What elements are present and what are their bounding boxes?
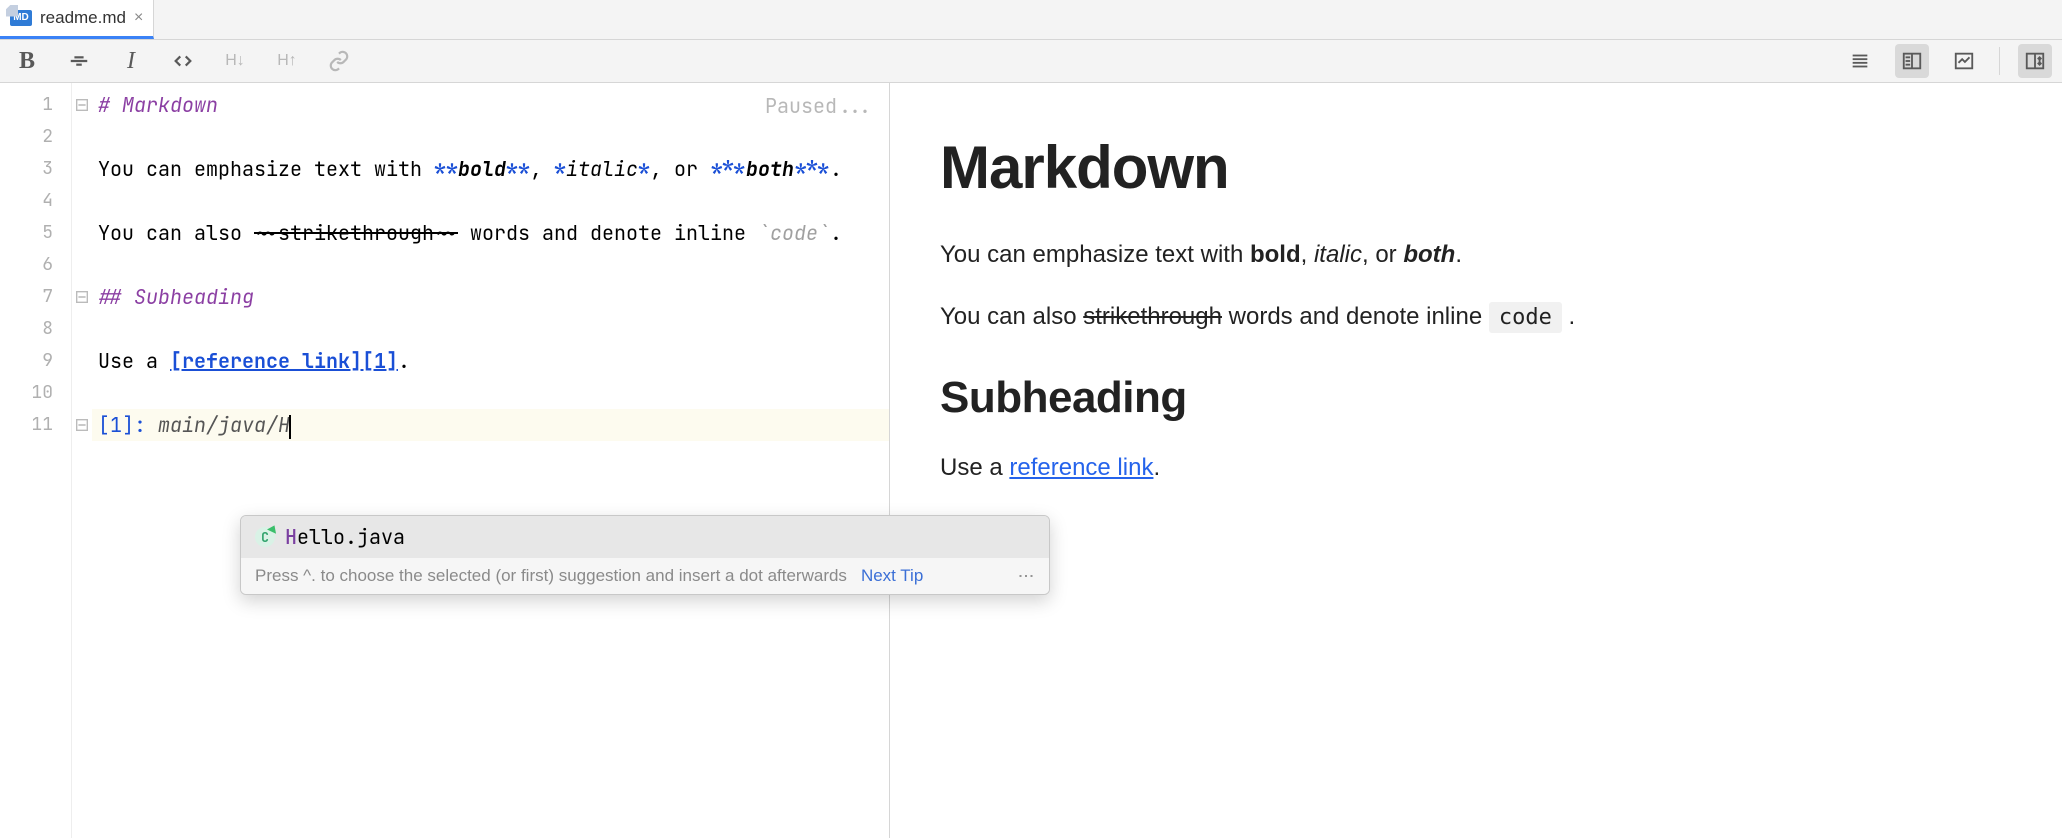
code-line[interactable] bbox=[92, 377, 889, 409]
preview-reference-link[interactable]: reference link bbox=[1009, 454, 1153, 481]
line-number: 6 bbox=[0, 249, 71, 281]
preview-only-view-button[interactable] bbox=[1947, 44, 1981, 78]
fold-marker-icon[interactable] bbox=[72, 281, 92, 313]
code-line[interactable]: You can also ~~strikethrough~~ words and… bbox=[92, 217, 889, 249]
line-number: 9 bbox=[0, 345, 71, 377]
strikethrough-button[interactable] bbox=[62, 44, 96, 78]
file-tab-label: readme.md bbox=[40, 8, 126, 28]
toolbar-separator bbox=[1999, 47, 2000, 75]
code-button[interactable] bbox=[166, 44, 200, 78]
completion-more-icon[interactable]: ⋮ bbox=[1016, 568, 1035, 585]
link-button[interactable] bbox=[322, 44, 356, 78]
line-number: 11 bbox=[0, 409, 71, 441]
completion-tip-bar: Press ^. to choose the selected (or firs… bbox=[241, 558, 1049, 594]
code-line[interactable] bbox=[92, 185, 889, 217]
preview-paragraph: You can emphasize text with bold, italic… bbox=[940, 238, 2012, 272]
paused-indicator: Paused... bbox=[765, 93, 873, 119]
next-tip-link[interactable]: Next Tip bbox=[861, 566, 923, 586]
code-line[interactable]: Use a [reference link][1]. bbox=[92, 345, 889, 377]
completion-item[interactable]: C Hello.java bbox=[241, 516, 1049, 558]
close-tab-icon[interactable]: × bbox=[134, 9, 143, 27]
completion-match: H bbox=[285, 524, 297, 550]
markdown-file-icon: MD bbox=[10, 10, 32, 26]
completion-rest: ello.java bbox=[297, 524, 405, 550]
main-split: 1 2 3 4 5 6 7 8 9 10 11 Paused... # Mark… bbox=[0, 83, 2062, 838]
line-number: 2 bbox=[0, 121, 71, 153]
completion-tip-text: Press ^. to choose the selected (or firs… bbox=[255, 566, 847, 586]
editor-pane[interactable]: 1 2 3 4 5 6 7 8 9 10 11 Paused... # Mark… bbox=[0, 83, 890, 838]
code-line[interactable]: You can emphasize text with **bold**, *i… bbox=[92, 153, 889, 185]
class-file-icon: C bbox=[255, 527, 275, 547]
fold-end-marker-icon[interactable] bbox=[72, 409, 92, 441]
split-view-button[interactable] bbox=[1895, 44, 1929, 78]
header-down-button[interactable]: H↓ bbox=[218, 44, 252, 78]
preview-h2: Subheading bbox=[940, 373, 2012, 423]
preview-h1: Markdown bbox=[940, 133, 2012, 202]
code-area[interactable]: Paused... # Markdown You can emphasize t… bbox=[92, 83, 889, 838]
preview-pane: Markdown You can emphasize text with bol… bbox=[890, 83, 2062, 838]
line-number: 1 bbox=[0, 89, 71, 121]
line-number: 8 bbox=[0, 313, 71, 345]
fold-marker-icon[interactable] bbox=[72, 89, 92, 121]
code-line[interactable] bbox=[92, 249, 889, 281]
code-line[interactable] bbox=[92, 313, 889, 345]
code-line[interactable] bbox=[92, 121, 889, 153]
line-number: 10 bbox=[0, 377, 71, 409]
italic-button[interactable]: I bbox=[114, 44, 148, 78]
line-number: 7 bbox=[0, 281, 71, 313]
line-number: 5 bbox=[0, 217, 71, 249]
editor-only-view-button[interactable] bbox=[1843, 44, 1877, 78]
code-line-current[interactable]: [1]: main/java/H bbox=[92, 409, 889, 441]
line-gutter: 1 2 3 4 5 6 7 8 9 10 11 bbox=[0, 83, 72, 838]
preview-paragraph: You can also strikethrough words and den… bbox=[940, 300, 2012, 334]
file-tab[interactable]: MD readme.md × bbox=[0, 0, 154, 39]
bold-button[interactable]: B bbox=[10, 44, 44, 78]
tab-bar: MD readme.md × bbox=[0, 0, 2062, 40]
line-number: 3 bbox=[0, 153, 71, 185]
code-line[interactable]: ## Subheading bbox=[92, 281, 889, 313]
preview-paragraph: Use a reference link. bbox=[940, 451, 2012, 485]
completion-popup: C Hello.java Press ^. to choose the sele… bbox=[240, 515, 1050, 595]
text-caret bbox=[289, 415, 291, 439]
line-number: 4 bbox=[0, 185, 71, 217]
scroll-sync-button[interactable] bbox=[2018, 44, 2052, 78]
fold-strip bbox=[72, 83, 92, 838]
header-up-button[interactable]: H↑ bbox=[270, 44, 304, 78]
editor-toolbar: B I H↓ H↑ bbox=[0, 40, 2062, 83]
